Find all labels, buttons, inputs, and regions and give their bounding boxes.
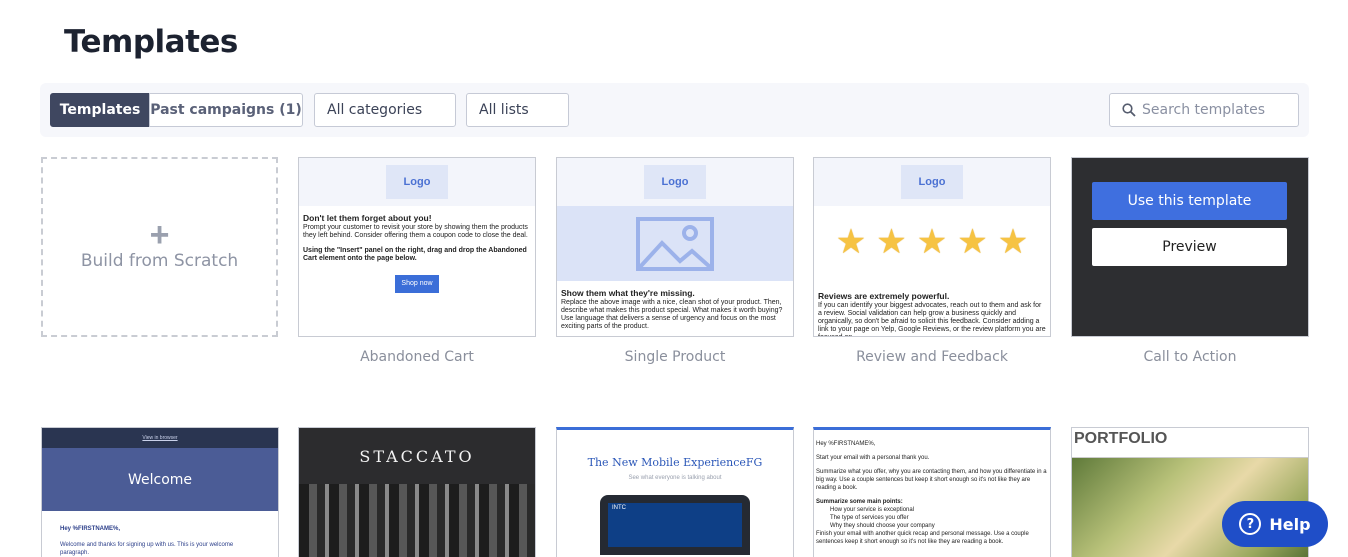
template-heading: Don't let them forget about you! (303, 213, 432, 223)
star-icon: ★ (876, 223, 907, 261)
star-icon: ★ (997, 223, 1029, 261)
lists-select[interactable]: All lists (466, 93, 569, 127)
portfolio-title: PORTFOLIO (1072, 428, 1308, 458)
template-heading: Reviews are extremely powerful. (818, 291, 950, 301)
search-placeholder: Search templates (1142, 102, 1266, 118)
preview-button[interactable]: Preview (1092, 228, 1287, 266)
mobile-title: The New Mobile ExperienceFG (587, 456, 763, 469)
category-select[interactable]: All categories (314, 93, 456, 127)
use-template-button[interactable]: Use this template (1092, 182, 1287, 220)
letter-point: Why they should choose your company (830, 523, 935, 529)
plus-icon: + (149, 216, 170, 254)
question-icon: ? (1239, 513, 1262, 535)
letter-point: How your service is exceptional (830, 507, 915, 513)
build-from-scratch-card[interactable]: + Build from Scratch (41, 157, 278, 337)
help-label: Help (1269, 514, 1311, 534)
staccato-logo: STACCATO (299, 428, 535, 484)
logo-placeholder: Logo (644, 165, 706, 199)
logo-placeholder: Logo (386, 165, 448, 199)
letter-greeting: Hey %FIRSTNAME%, (816, 441, 876, 447)
letter-point: The type of services you offer (830, 515, 909, 521)
template-heading: Show them what they're missing. (561, 288, 695, 298)
letter-line-3: Finish your email with another quick rec… (816, 531, 1029, 545)
template-body: If you can identify your biggest advocat… (818, 302, 1046, 336)
template-name[interactable]: Review and Feedback (813, 349, 1051, 365)
welcome-hero: Welcome (42, 448, 278, 511)
star-icon: ★ (835, 223, 867, 261)
template-card-welcome[interactable]: View in browser Welcome Hey %FIRSTNAME%,… (41, 427, 279, 557)
search-input[interactable]: Search templates (1109, 93, 1299, 127)
template-name[interactable]: Single Product (556, 349, 794, 365)
template-card-review-feedback[interactable]: Logo ★ ★ ★ ★ ★ Reviews are extremely pow… (813, 157, 1051, 337)
image-placeholder (557, 206, 793, 281)
shop-now-button: Shop now (395, 275, 439, 293)
template-body: Prompt your customer to revisit your sto… (303, 224, 528, 239)
cameras-photo (299, 484, 535, 557)
star-rating: ★ ★ ★ ★ ★ (814, 206, 1050, 292)
ticker-label: INTC (608, 503, 742, 547)
template-card-staccato[interactable]: STACCATO (298, 427, 536, 557)
filter-toolbar: Templates Past campaigns (1) All categor… (40, 83, 1309, 137)
template-name[interactable]: Abandoned Cart (298, 349, 536, 365)
search-icon (1122, 103, 1136, 117)
star-icon: ★ (916, 223, 948, 261)
letter-line-2: Summarize what you offer, why you are co… (816, 469, 1047, 491)
tab-templates[interactable]: Templates (50, 93, 150, 127)
template-card-single-product[interactable]: Logo Show them what they're missing. Rep… (556, 157, 794, 337)
welcome-greeting: Hey %FIRSTNAME%, (60, 526, 121, 532)
letter-line-1: Start your email with a personal thank y… (816, 455, 930, 461)
mobile-subtitle: See what everyone is talking about (628, 475, 722, 481)
tab-past-campaigns[interactable]: Past campaigns (1) (149, 93, 303, 127)
tablet-image: INTC (600, 495, 750, 555)
template-name[interactable]: Call to Action (1071, 349, 1309, 365)
build-from-scratch-label: Build from Scratch (80, 251, 239, 271)
help-button[interactable]: ? Help (1222, 501, 1328, 547)
template-card-mobile[interactable]: The New Mobile ExperienceFG See what eve… (556, 427, 794, 557)
welcome-body: Welcome and thanks for signing up with u… (60, 542, 234, 556)
template-body-2: Using the "Insert" panel on the right, d… (303, 247, 527, 262)
letter-points-title: Summarize some main points: (816, 499, 903, 505)
image-icon (636, 216, 714, 271)
template-card-abandoned-cart[interactable]: Logo Don't let them forget about you! Pr… (298, 157, 536, 337)
template-body: Replace the above image with a nice, cle… (561, 299, 783, 330)
template-card-letter[interactable]: Hey %FIRSTNAME%, Start your email with a… (813, 427, 1051, 557)
template-card-call-to-action[interactable]: Use this template Preview (1071, 157, 1309, 337)
page-title: Templates (64, 24, 238, 60)
star-icon: ★ (957, 223, 988, 261)
logo-placeholder: Logo (901, 165, 963, 199)
view-in-browser-link: View in browser (42, 428, 278, 448)
